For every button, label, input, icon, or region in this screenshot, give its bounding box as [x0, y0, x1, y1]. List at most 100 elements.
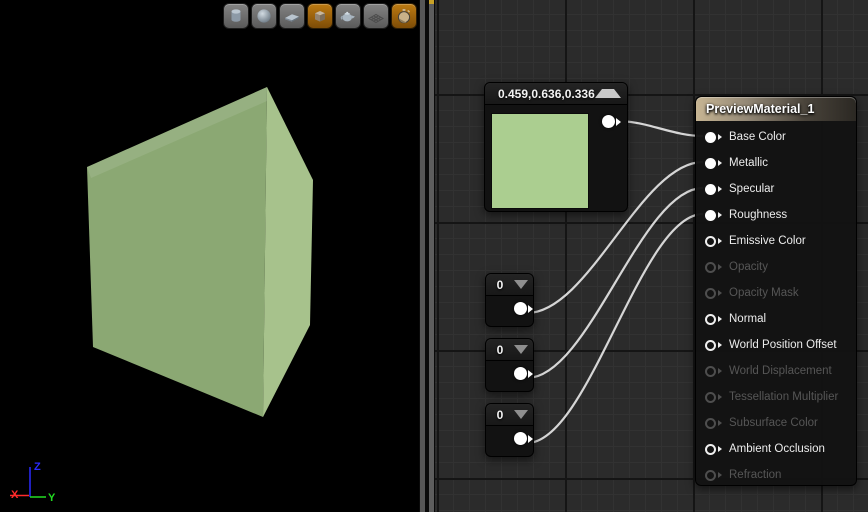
- pin-arrow-icon: [718, 290, 722, 296]
- pin-metallic[interactable]: Metallic: [696, 150, 856, 176]
- realtime-preview-toggle-button[interactable]: [391, 3, 417, 29]
- splitter-groove: [420, 0, 425, 512]
- pin-ambient-occlusion[interactable]: Ambient Occlusion: [696, 436, 856, 462]
- scalar-value: 0: [496, 342, 504, 357]
- pin-circle-icon: [602, 115, 615, 128]
- pin-arrow-icon: [718, 394, 722, 400]
- preview-shape-teapot-button[interactable]: [335, 3, 361, 29]
- pin-arrow-icon: [718, 160, 722, 166]
- wire-basecolor[interactable]: [616, 119, 704, 138]
- teapot-icon: [340, 11, 355, 22]
- pin-circle-icon: [705, 313, 716, 325]
- cylinder-icon: [231, 9, 241, 22]
- pin-base-color[interactable]: Base Color: [696, 124, 856, 150]
- preview-shape-cylinder-button[interactable]: [223, 3, 249, 29]
- preview-material-node[interactable]: PreviewMaterial_1 Base Color Metallic Sp…: [695, 96, 857, 486]
- material-node-title[interactable]: PreviewMaterial_1: [696, 97, 856, 121]
- preview-shape-sphere-button[interactable]: [251, 3, 277, 29]
- pin-circle-icon: [705, 209, 716, 221]
- pin-arrow-icon: [528, 434, 533, 443]
- stopwatch-icon: [397, 9, 411, 24]
- plane-icon: [285, 14, 299, 22]
- pin-circle-icon: [705, 417, 716, 429]
- pin-opacity-mask[interactable]: Opacity Mask: [696, 280, 856, 306]
- scalar-constant-node[interactable]: 0: [485, 273, 534, 327]
- scalar-constant-node[interactable]: 0: [485, 338, 534, 392]
- pin-arrow-icon: [718, 342, 722, 348]
- axis-gizmo: Z Y X: [10, 461, 56, 504]
- scalar-value: 0: [496, 277, 504, 292]
- constant3vector-node-header[interactable]: 0.459,0.636,0.336: [485, 83, 627, 105]
- panel-splitter[interactable]: [419, 0, 435, 512]
- pin-arrow-icon: [718, 212, 722, 218]
- pin-subsurface-color[interactable]: Subsurface Color: [696, 410, 856, 436]
- pin-arrow-icon: [718, 368, 722, 374]
- output-pin[interactable]: [514, 432, 533, 445]
- color-swatch[interactable]: [491, 113, 589, 209]
- pin-emissive-color[interactable]: Emissive Color: [696, 228, 856, 254]
- pin-circle-icon: [705, 157, 716, 169]
- preview-mesh-cube[interactable]: [0, 0, 419, 512]
- material-editor-window: Z Y X 0.459,0.636,0.336 0 0 0 PreviewMat…: [0, 0, 868, 512]
- scalar-node-header[interactable]: 0: [486, 274, 533, 296]
- constant3vector-node[interactable]: 0.459,0.636,0.336: [484, 82, 628, 212]
- constant3vector-value: 0.459,0.636,0.336: [498, 86, 595, 101]
- scalar-node-body: [486, 296, 533, 326]
- viewport-toolbar: [223, 3, 417, 29]
- cube-side-face: [263, 87, 313, 417]
- pin-roughness[interactable]: Roughness: [696, 202, 856, 228]
- collapse-arrow-icon[interactable]: [594, 89, 621, 98]
- pin-circle-icon: [514, 302, 527, 315]
- x-axis-label: X: [11, 489, 19, 501]
- tessellated-plane-icon: [367, 13, 385, 24]
- preview-shape-cube-button[interactable]: [307, 3, 333, 29]
- scalar-node-header[interactable]: 0: [486, 404, 533, 426]
- pin-circle-icon: [705, 235, 716, 247]
- material-graph-panel[interactable]: 0.459,0.636,0.336 0 0 0 PreviewMaterial_…: [435, 0, 868, 512]
- pin-arrow-icon: [528, 304, 533, 313]
- cube-icon: [315, 11, 325, 22]
- pin-tessellation-multiplier[interactable]: Tessellation Multiplier: [696, 384, 856, 410]
- pin-circle-icon: [705, 287, 716, 299]
- pin-circle-icon: [705, 469, 716, 481]
- pin-arrow-icon: [718, 238, 722, 244]
- wire-specular[interactable]: [526, 186, 704, 380]
- pin-arrow-icon: [616, 117, 621, 126]
- expand-arrow-icon[interactable]: [514, 345, 528, 354]
- pin-specular[interactable]: Specular: [696, 176, 856, 202]
- pin-circle-icon: [705, 391, 716, 403]
- expand-arrow-icon[interactable]: [514, 280, 528, 289]
- wire-roughness[interactable]: [526, 212, 704, 445]
- preview-shape-tessellated-plane-button[interactable]: [363, 3, 389, 29]
- output-pin[interactable]: [514, 302, 533, 315]
- pin-opacity[interactable]: Opacity: [696, 254, 856, 280]
- pin-circle-icon: [705, 443, 716, 455]
- output-pin[interactable]: [602, 115, 621, 128]
- pin-normal[interactable]: Normal: [696, 306, 856, 332]
- scalar-node-body: [486, 426, 533, 456]
- pin-refraction[interactable]: Refraction: [696, 462, 856, 488]
- scalar-node-body: [486, 361, 533, 391]
- preview-viewport[interactable]: Z Y X: [0, 0, 419, 512]
- pin-arrow-icon: [718, 134, 722, 140]
- z-axis-label: Z: [34, 461, 41, 473]
- scalar-constant-node[interactable]: 0: [485, 403, 534, 457]
- pin-circle-icon: [705, 261, 716, 273]
- expand-arrow-icon[interactable]: [514, 410, 528, 419]
- scalar-value: 0: [496, 407, 504, 422]
- scalar-node-header[interactable]: 0: [486, 339, 533, 361]
- pin-world-position-offset[interactable]: World Position Offset: [696, 332, 856, 358]
- pin-arrow-icon: [718, 264, 722, 270]
- splitter-groove: [429, 0, 434, 512]
- pin-circle-icon: [705, 131, 716, 143]
- preview-shape-plane-button[interactable]: [279, 3, 305, 29]
- pin-circle-icon: [705, 365, 716, 377]
- pin-world-displacement[interactable]: World Displacement: [696, 358, 856, 384]
- pin-circle-icon: [705, 183, 716, 195]
- pin-arrow-icon: [718, 186, 722, 192]
- pin-arrow-icon: [528, 369, 533, 378]
- output-pin[interactable]: [514, 367, 533, 380]
- pin-arrow-icon: [718, 420, 722, 426]
- pin-arrow-icon: [718, 472, 722, 478]
- pin-arrow-icon: [718, 446, 722, 452]
